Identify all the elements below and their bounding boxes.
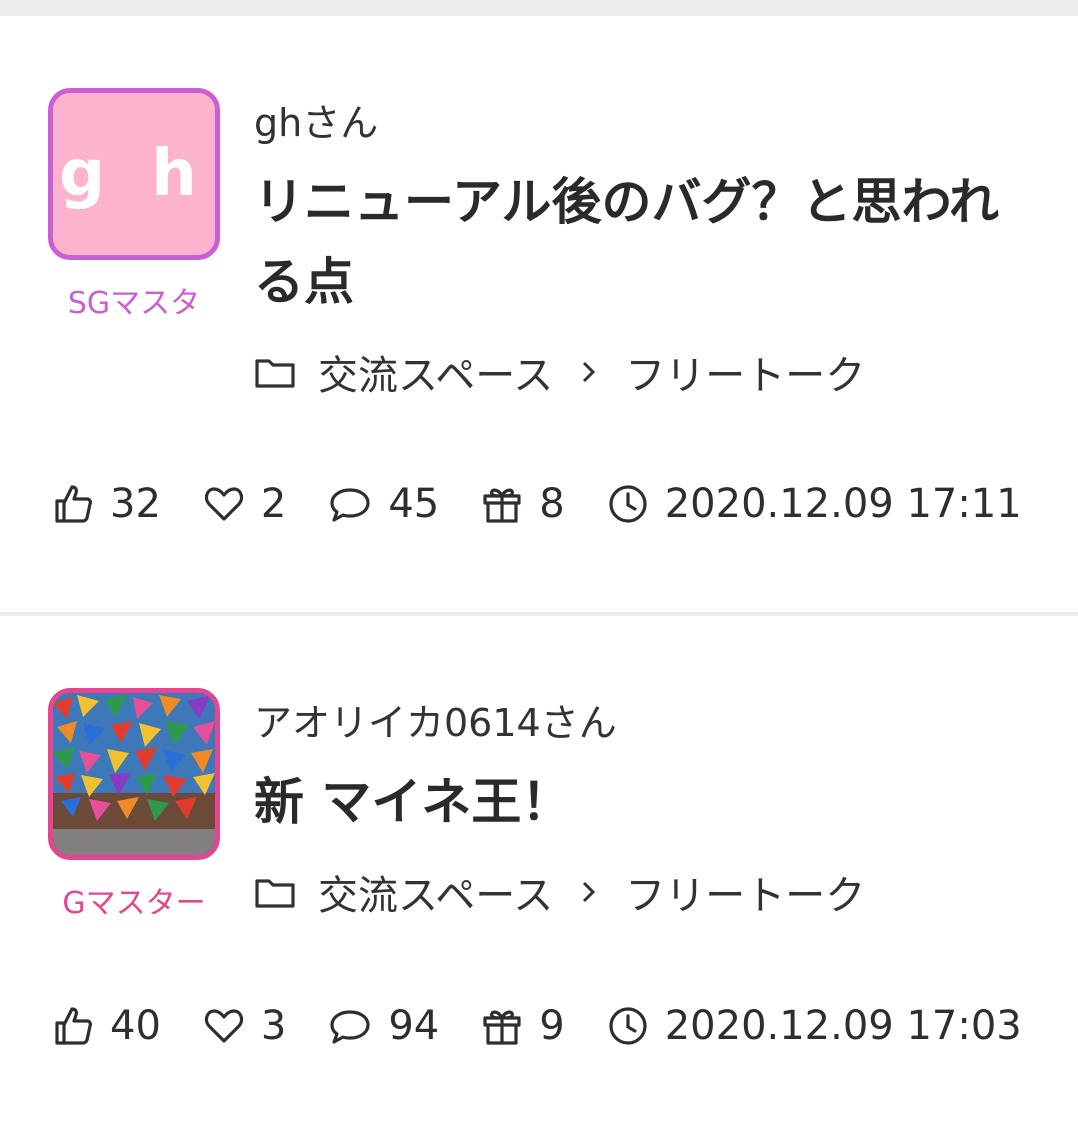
clock-icon	[609, 485, 647, 523]
clock-icon	[609, 1007, 647, 1045]
author-name[interactable]: アオリイカ0614さん	[254, 698, 1038, 748]
heart-icon	[204, 487, 243, 521]
post-card[interactable]: g h SGマスタ ghさん リニューアル後のバグ？と思われる点 交流スペース …	[0, 16, 1078, 612]
author-avatar-block[interactable]: g h SGマスタ	[48, 88, 228, 322]
comment-icon	[330, 1010, 370, 1044]
chevron-right-icon	[583, 881, 596, 903]
thumbs-up-icon	[55, 1007, 92, 1045]
avatar[interactable]	[48, 688, 220, 860]
author-avatar-block[interactable]: Gマスター	[48, 688, 228, 922]
heart-count: 2	[260, 481, 287, 527]
like-count: 32	[110, 481, 161, 527]
heart-icon	[204, 1009, 243, 1043]
timestamp: 2020.12.09 17:11	[607, 481, 1022, 527]
folder-icon	[255, 359, 295, 388]
gift-icon	[483, 488, 521, 523]
chevron-right-icon	[583, 361, 596, 383]
folder-icon	[255, 879, 295, 908]
comment-count: 45	[388, 481, 440, 527]
breadcrumb-category[interactable]: 交流スペース	[318, 343, 553, 401]
thumbs-up-icon	[55, 485, 92, 523]
comment-stat[interactable]: 45	[328, 481, 439, 527]
post-datetime: 2020.12.09 17:03	[664, 1003, 1022, 1049]
comment-count: 94	[388, 1003, 440, 1049]
heart-stat[interactable]: 2	[203, 481, 286, 527]
post-feed: g h SGマスタ ghさん リニューアル後のバグ？と思われる点 交流スペース …	[0, 0, 1078, 1131]
gift-stat[interactable]: 8	[481, 481, 565, 527]
breadcrumb: 交流スペース フリートーク	[254, 862, 1038, 922]
like-stat[interactable]: 32	[52, 481, 161, 527]
gift-count: 8	[539, 481, 565, 527]
author-name[interactable]: ghさん	[254, 98, 1038, 148]
post-body: アオリイカ0614さん 新 マイネ王！ 交流スペース フリートーク	[254, 698, 1038, 922]
gift-count: 9	[539, 1003, 565, 1049]
post-stats: 40 3 94 9 2020.12.09 17:03	[52, 996, 1022, 1056]
post-title[interactable]: リニューアル後のバグ？と思われる点	[254, 162, 1038, 322]
like-count: 40	[110, 1003, 161, 1049]
breadcrumb-subcategory[interactable]: フリートーク	[625, 863, 865, 921]
post-datetime: 2020.12.09 17:11	[664, 481, 1022, 527]
post-body: ghさん リニューアル後のバグ？と思われる点 交流スペース フリートーク	[254, 98, 1038, 402]
comment-icon	[330, 488, 370, 522]
post-title[interactable]: 新 マイネ王！	[254, 762, 1038, 842]
breadcrumb: 交流スペース フリートーク	[254, 342, 1038, 402]
timestamp: 2020.12.09 17:03	[607, 1003, 1022, 1049]
heart-stat[interactable]: 3	[203, 1003, 286, 1049]
breadcrumb-category[interactable]: 交流スペース	[318, 863, 553, 921]
rank-badge: Gマスター	[62, 886, 206, 921]
gift-stat[interactable]: 9	[481, 1003, 565, 1049]
heart-count: 3	[260, 1003, 287, 1049]
avatar-photo-image	[53, 693, 215, 855]
rank-badge: SGマスタ	[67, 286, 201, 321]
post-card[interactable]: Gマスター アオリイカ0614さん 新 マイネ王！ 交流スペース フリートーク …	[0, 616, 1078, 1131]
avatar-initials: g h	[59, 137, 209, 211]
avatar[interactable]: g h	[48, 88, 220, 260]
breadcrumb-subcategory[interactable]: フリートーク	[625, 343, 865, 401]
post-stats: 32 2 45 8 2020.12.09 17:11	[52, 474, 1022, 534]
comment-stat[interactable]: 94	[328, 1003, 439, 1049]
gift-icon	[483, 1010, 521, 1045]
like-stat[interactable]: 40	[52, 1003, 161, 1049]
